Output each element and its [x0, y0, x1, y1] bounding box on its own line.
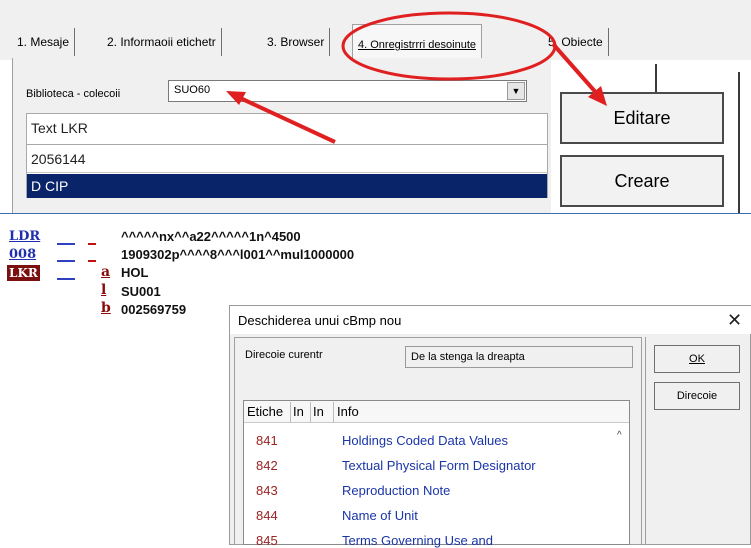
indicator-2[interactable] [88, 260, 96, 262]
collection-label: Biblioteca - colecoii [26, 88, 121, 100]
tab-inregistrari-descoinute[interactable]: 4. Onregistrrri desoinute [352, 24, 482, 59]
column-header-ind1[interactable]: In [293, 404, 304, 419]
list-item-selected[interactable] [27, 174, 547, 198]
subfield-value-b: 002569759 [121, 302, 187, 317]
indicator-1[interactable] [57, 278, 75, 280]
column-header-ind2[interactable]: In [313, 404, 324, 419]
tab-label: 2. Informaoii etichetr [107, 35, 216, 49]
field-code[interactable]: 843 [256, 483, 278, 498]
indicator-1[interactable] [57, 243, 75, 245]
tab-browser[interactable]: 3. Browser [262, 28, 331, 56]
field-code[interactable]: 845 [256, 533, 278, 548]
direction-button[interactable]: Direcoie [654, 382, 740, 410]
subfield-value-a: HOL [121, 265, 149, 280]
edit-button[interactable]: Editare [560, 92, 724, 144]
column-divider [333, 402, 334, 422]
tab-label: 1. Mesaje [17, 35, 70, 49]
tab-informatii-eticheta[interactable]: 2. Informaoii etichetr [102, 28, 222, 56]
tab-mesaje[interactable]: 1. Mesaje [12, 28, 76, 56]
direction-value: De la stenga la dreapta [411, 351, 525, 363]
chevron-down-icon[interactable]: ▼ [507, 82, 525, 100]
divider [655, 64, 657, 94]
column-header-tag[interactable]: Etiche [247, 404, 283, 419]
tag-008-link[interactable]: 008 [9, 247, 36, 262]
dialog-title: Deschiderea unui cBmp nou [238, 313, 402, 328]
ok-button-label: OK [689, 353, 705, 365]
subfield-value-l: SU001 [121, 284, 161, 299]
collection-value: SUO60 [174, 84, 211, 96]
column-divider [290, 402, 291, 422]
column-header-info[interactable]: Info [337, 404, 359, 419]
tab-label: 5. Obiecte [548, 35, 603, 49]
field-name[interactable]: Reproduction Note [342, 483, 450, 498]
section-divider [0, 213, 751, 214]
scroll-up-icon[interactable]: ^ [617, 430, 622, 441]
create-button[interactable]: Creare [560, 155, 724, 207]
field-name[interactable]: Holdings Coded Data Values [342, 433, 508, 448]
tab-label: 3. Browser [267, 35, 325, 49]
subfield-code-a[interactable]: a [101, 264, 110, 280]
direction-label: Direcoie curentr [245, 349, 323, 361]
field-code[interactable]: 841 [256, 433, 278, 448]
field-code[interactable]: 844 [256, 508, 278, 523]
column-divider [310, 402, 311, 422]
list-header-label: Text LKR [31, 120, 88, 136]
field-name[interactable]: Terms Governing Use and [342, 533, 493, 548]
divider [645, 337, 646, 545]
indicator-1[interactable] [57, 260, 75, 262]
divider [738, 72, 740, 213]
field-code[interactable]: 842 [256, 458, 278, 473]
tag-lkr-active[interactable]: LKR [7, 265, 40, 281]
indicator-2[interactable] [88, 243, 96, 245]
ok-button[interactable]: OK [654, 345, 740, 373]
ldr-value: ^^^^^nx^^a22^^^^^1n^4500 [121, 229, 301, 244]
collection-combobox[interactable] [168, 80, 527, 102]
close-icon[interactable]: ✕ [727, 310, 742, 331]
list-header [26, 113, 548, 145]
tag-ldr-link[interactable]: LDR [9, 229, 40, 244]
list-item-label: D CIP [31, 178, 69, 194]
list-item-label: 2056144 [31, 151, 86, 167]
tab-obiecte[interactable]: 5. Obiecte [543, 28, 609, 56]
list-item[interactable] [27, 146, 547, 173]
subfield-code-l[interactable]: l [101, 282, 106, 298]
subfield-code-b[interactable]: b [101, 300, 111, 316]
field-name[interactable]: Textual Physical Form Designator [342, 458, 536, 473]
f008-value: 1909302p^^^^8^^^l001^^mul1000000 [121, 247, 355, 262]
field-name[interactable]: Name of Unit [342, 508, 418, 523]
